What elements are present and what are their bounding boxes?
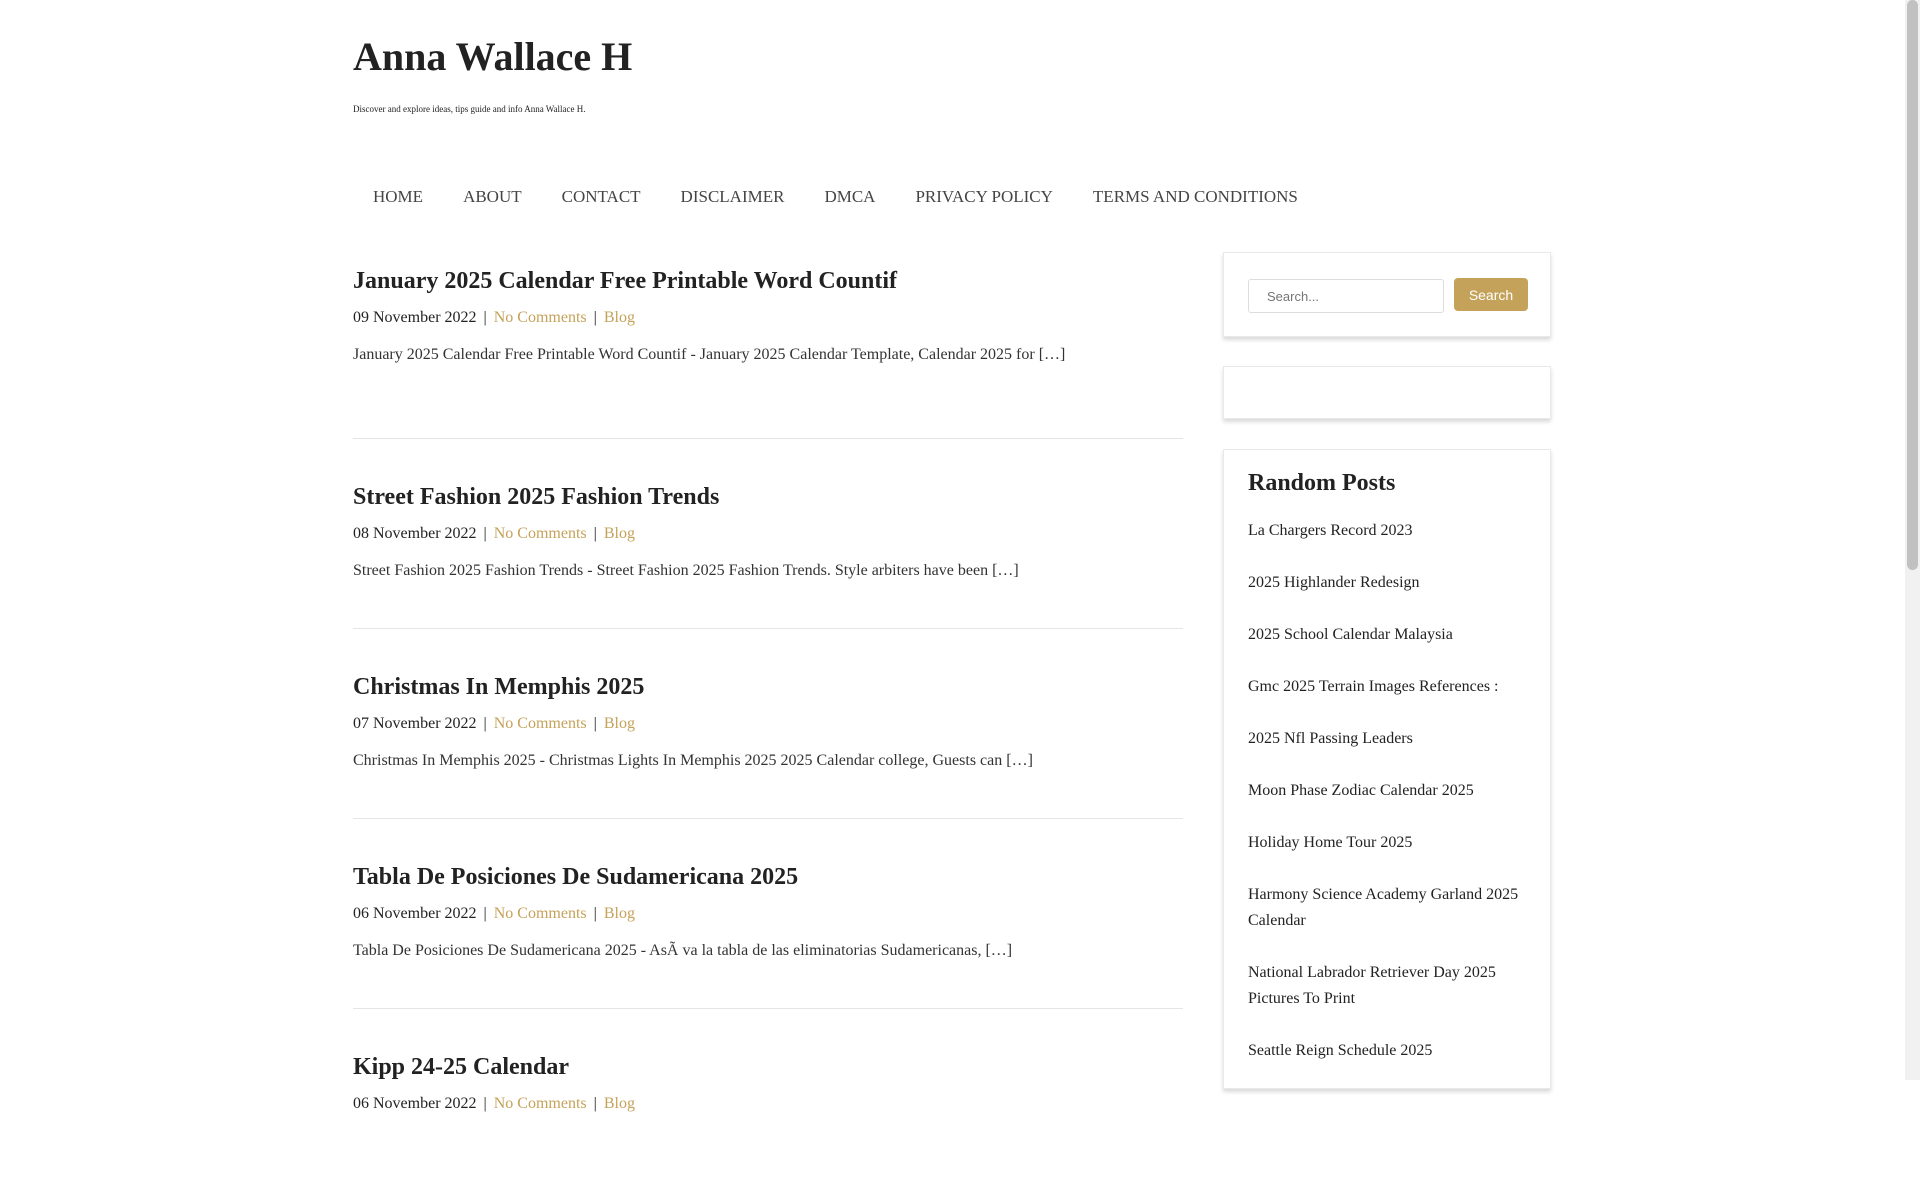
random-posts-heading: Random Posts (1248, 470, 1396, 496)
post-item: January 2025 Calendar Free Printable Wor… (353, 250, 1183, 439)
search-button[interactable]: Search (1454, 278, 1528, 311)
post-category-link[interactable]: Blog (604, 715, 635, 732)
post-category-link[interactable]: Blog (604, 905, 635, 922)
post-date: 06 November 2022 (353, 905, 477, 922)
post-comments-link[interactable]: No Comments (494, 309, 587, 326)
post-item: Tabla De Posiciones De Sudamericana 2025… (353, 819, 1183, 1009)
site-title[interactable]: Anna Wallace H (353, 30, 632, 84)
random-post-link[interactable]: 2025 Nfl Passing Leaders (1248, 726, 1526, 752)
search-input[interactable] (1248, 279, 1444, 313)
post-list: January 2025 Calendar Free Printable Wor… (353, 250, 1183, 1199)
post-title[interactable]: Kipp 24-25 Calendar (353, 1052, 1183, 1082)
post-category-link[interactable]: Blog (604, 309, 635, 326)
post-comments-link[interactable]: No Comments (494, 905, 587, 922)
site-tagline: Discover and explore ideas, tips guide a… (353, 104, 586, 114)
post-excerpt: Tabla De Posiciones De Sudamericana 2025… (353, 942, 1013, 959)
random-post-link[interactable]: Seattle Reign Schedule 2025 (1248, 1038, 1526, 1064)
post-comments-link[interactable]: No Comments (494, 525, 587, 542)
post-excerpt: Street Fashion 2025 Fashion Trends - Str… (353, 562, 1019, 579)
post-meta: 09 November 2022 | No Comments | Blog (353, 309, 635, 326)
post-excerpt: Christmas In Memphis 2025 - Christmas Li… (353, 752, 1033, 769)
random-post-link[interactable]: Holiday Home Tour 2025 (1248, 830, 1526, 856)
post-title[interactable]: Street Fashion 2025 Fashion Trends (353, 482, 1183, 512)
post-date: 06 November 2022 (353, 1095, 477, 1112)
random-post-link[interactable]: 2025 School Calendar Malaysia (1248, 622, 1526, 648)
search-widget: Search (1223, 252, 1551, 337)
random-post-link[interactable]: Harmony Science Academy Garland 2025 Cal… (1248, 882, 1526, 934)
nav-terms-and-conditions[interactable]: TERMS AND CONDITIONS (1073, 186, 1318, 208)
post-excerpt: January 2025 Calendar Free Printable Wor… (353, 346, 1066, 363)
random-post-link[interactable]: Gmc 2025 Terrain Images References : (1248, 674, 1526, 700)
post-item: Kipp 24-25 Calendar 06 November 2022 | No … (353, 1009, 1183, 1199)
post-date: 08 November 2022 (353, 525, 477, 542)
post-meta: 06 November 2022 | No Comments | Blog (353, 905, 635, 922)
post-date: 09 November 2022 (353, 309, 477, 326)
random-post-link[interactable]: National Labrador Retriever Day 2025 Pic… (1248, 960, 1526, 1012)
random-post-link[interactable]: Moon Phase Zodiac Calendar 2025 (1248, 778, 1526, 804)
nav-privacy-policy[interactable]: PRIVACY POLICY (895, 186, 1072, 208)
nav-contact[interactable]: CONTACT (542, 186, 661, 208)
random-post-link[interactable]: La Chargers Record 2023 (1248, 518, 1526, 544)
post-category-link[interactable]: Blog (604, 525, 635, 542)
post-date: 07 November 2022 (353, 715, 477, 732)
post-meta: 08 November 2022 | No Comments | Blog (353, 525, 635, 542)
nav-about[interactable]: ABOUT (443, 186, 542, 208)
post-category-link[interactable]: Blog (604, 1095, 635, 1112)
post-comments-link[interactable]: No Comments (494, 715, 587, 732)
random-posts-list: La Chargers Record 2023 2025 Highlander … (1248, 518, 1526, 1064)
page-scrollbar[interactable] (1905, 0, 1920, 1080)
post-title[interactable]: Tabla De Posiciones De Sudamericana 2025 (353, 862, 1183, 892)
nav-home[interactable]: HOME (353, 186, 443, 208)
post-item: Christmas In Memphis 2025 07 November 20… (353, 629, 1183, 819)
random-post-link[interactable]: 2025 Highlander Redesign (1248, 570, 1526, 596)
post-comments-link[interactable]: No Comments (494, 1095, 587, 1112)
nav-disclaimer[interactable]: DISCLAIMER (661, 186, 805, 208)
random-posts-widget: Random Posts La Chargers Record 2023 202… (1223, 449, 1551, 1089)
post-title[interactable]: Christmas In Memphis 2025 (353, 672, 1183, 702)
post-meta: 07 November 2022 | No Comments | Blog (353, 715, 635, 732)
empty-widget (1223, 366, 1551, 419)
main-nav: HOME ABOUT CONTACT DISCLAIMER DMCA PRIVA… (353, 186, 1318, 208)
post-title[interactable]: January 2025 Calendar Free Printable Wor… (353, 266, 1183, 296)
scrollbar-thumb[interactable] (1907, 0, 1918, 570)
nav-dmca[interactable]: DMCA (804, 186, 895, 208)
post-meta: 06 November 2022 | No Comments | Blog (353, 1095, 635, 1112)
post-item: Street Fashion 2025 Fashion Trends 08 No… (353, 439, 1183, 629)
